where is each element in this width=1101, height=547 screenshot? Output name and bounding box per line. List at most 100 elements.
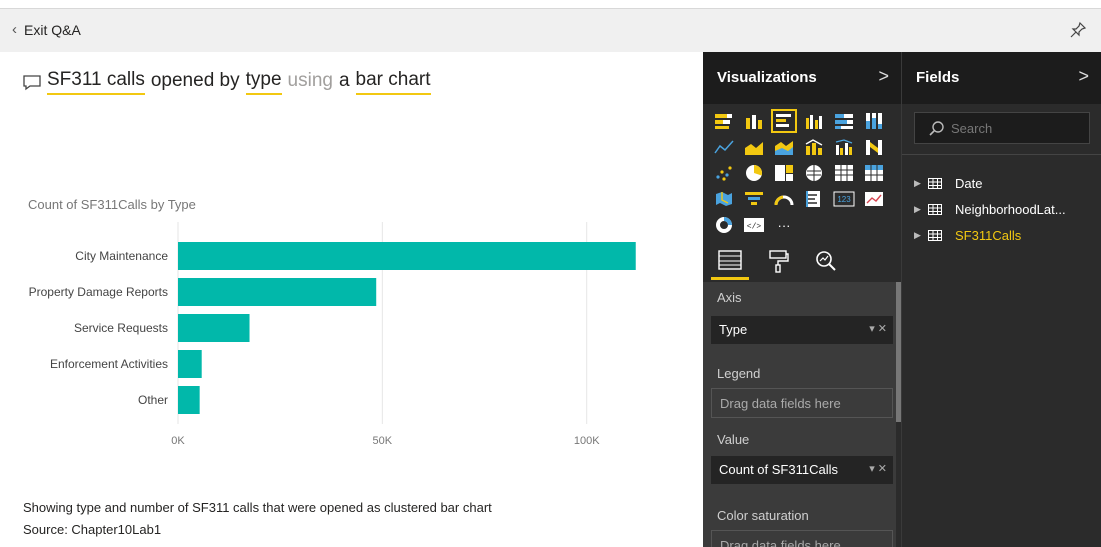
category-label: Service Requests [74,321,168,335]
qna-term-type: type [245,69,282,95]
fields-table-name: SF311Calls [955,227,1022,243]
fields-tab-icon[interactable] [711,242,749,280]
bar[interactable] [178,242,636,270]
fields-title: Fields [916,69,960,86]
scatter-chart-icon[interactable] [711,161,737,185]
clustered-column-chart-icon[interactable] [801,109,827,133]
kpi-icon[interactable] [861,187,887,211]
chart-source: Source: Chapter10Lab1 [23,522,162,537]
chart-description: Showing type and number of SF311 calls t… [23,500,492,515]
bar[interactable] [178,314,250,342]
line-chart-icon[interactable] [711,135,737,159]
x-tick-label: 0K [171,435,185,447]
exit-qna-button[interactable]: ‹ Exit Q&A [12,21,81,38]
table-icon [928,177,942,189]
legend-well-label: Legend [717,366,761,381]
fields-header: Fields > [902,52,1101,104]
search-icon [929,121,944,136]
qna-term-sf311-calls: SF311 calls [47,69,145,95]
funnel-icon[interactable] [741,187,767,211]
clustered-bar-chart-icon[interactable] [771,109,797,133]
qna-term-a: a [338,70,350,91]
axis-field-name: Type [719,322,748,337]
stacked-area-chart-icon[interactable] [771,135,797,159]
svg-text:</>: </> [747,223,762,232]
axis-field-controls[interactable]: ▾ ✕ [869,322,887,335]
fields-pane: Fields > Search ▶ Date ▶ NeighborhoodLat...… [901,52,1101,547]
map-icon[interactable] [801,161,827,185]
value-field-controls[interactable]: ▾ ✕ [869,462,887,475]
stacked-bar-chart-icon[interactable] [711,109,737,133]
x-tick-label: 100K [574,435,600,447]
table-icon [928,229,942,241]
100-percent-column-chart-icon[interactable] [861,109,887,133]
category-label: City Maintenance [75,249,168,263]
report-canvas: SF311 calls opened by type using a bar c… [0,52,703,547]
collapse-visualizations-icon[interactable]: > [878,66,889,87]
qna-top-bar: ‹ Exit Q&A [0,8,1101,52]
visualizations-tabs [711,242,845,280]
bar[interactable] [178,278,377,306]
table-icon [928,203,942,215]
x-tick-label: 50K [373,435,393,447]
fields-search-input[interactable]: Search [914,112,1090,144]
line-column-chart-icon[interactable] [801,135,827,159]
custom-visual-icon[interactable]: </> [741,213,767,237]
value-field-name: Count of SF311Calls [719,462,838,477]
area-chart-icon[interactable] [741,135,767,159]
category-label: Other [138,393,168,407]
line-clustered-column-chart-icon[interactable] [831,135,857,159]
bar[interactable] [178,386,200,414]
filled-map-icon[interactable] [711,187,737,211]
legend-drop-zone[interactable]: Drag data fields here [711,388,893,418]
matrix-icon[interactable] [861,161,887,185]
donut-chart-icon[interactable] [711,213,737,237]
analytics-magnifier-icon[interactable] [807,242,845,280]
visualizations-header: Visualizations > [703,52,901,104]
fields-table-item[interactable]: ▶ Date [914,170,1066,196]
treemap-icon[interactable] [771,161,797,185]
fields-table-item[interactable]: ▶ NeighborhoodLat... [914,196,1066,222]
expand-caret-icon[interactable]: ▶ [914,204,928,215]
card-icon[interactable]: 123 [831,187,857,211]
visualizations-title: Visualizations [717,69,817,86]
format-paint-roller-icon[interactable] [759,242,797,280]
category-label: Property Damage Reports [29,285,168,299]
pie-chart-icon[interactable] [741,161,767,185]
search-placeholder: Search [951,120,993,136]
multi-row-card-icon[interactable] [801,187,827,211]
gauge-icon[interactable] [771,187,797,211]
expand-caret-icon[interactable]: ▶ [914,178,928,189]
color-saturation-well-label: Color saturation [717,508,809,523]
chart-title: Count of SF311Calls by Type [28,197,196,212]
expand-caret-icon[interactable]: ▶ [914,230,928,241]
chevron-left-icon: ‹ [12,21,17,38]
category-label: Enforcement Activities [50,357,168,371]
fields-table-name: NeighborhoodLat... [955,201,1066,217]
svg-text:123: 123 [837,195,851,204]
table-icon[interactable] [831,161,857,185]
collapse-fields-icon[interactable]: > [1078,66,1089,87]
qna-question[interactable]: SF311 calls opened by type using a bar c… [22,69,437,95]
100-percent-bar-chart-icon[interactable] [831,109,857,133]
exit-qna-label: Exit Q&A [24,21,81,38]
color-saturation-drop-zone[interactable]: Drag data fields here [711,530,893,547]
qna-term-bar-chart: bar chart [355,69,431,95]
axis-well-field[interactable]: Type ▾ ✕ [711,316,893,344]
visualization-gallery: 123 </> ··· [711,109,891,239]
fields-table-list: ▶ Date ▶ NeighborhoodLat... ▶ SF311Calls [914,170,1066,248]
field-wells: Axis Type ▾ ✕ Legend Drag data fields he… [703,282,896,547]
fields-table-name: Date [955,175,983,191]
qna-term-opened-by: opened by [150,70,240,91]
pin-icon[interactable] [1069,21,1087,39]
fields-table-item[interactable]: ▶ SF311Calls [914,222,1066,248]
bar-chart[interactable]: 0K 50K 100K City Maintenance Property Damage… [0,222,703,462]
stacked-column-chart-icon[interactable] [741,109,767,133]
value-well-field[interactable]: Count of SF311Calls ▾ ✕ [711,456,893,484]
bar[interactable] [178,350,202,378]
more-icon[interactable]: ··· [771,213,797,237]
visualizations-pane: Visualizations > 123 </> ··· Axis Type ▾ ✕… [703,52,901,547]
axis-well-label: Axis [717,290,742,305]
speech-bubble-icon [23,75,41,91]
ribbon-chart-icon[interactable] [861,135,887,159]
